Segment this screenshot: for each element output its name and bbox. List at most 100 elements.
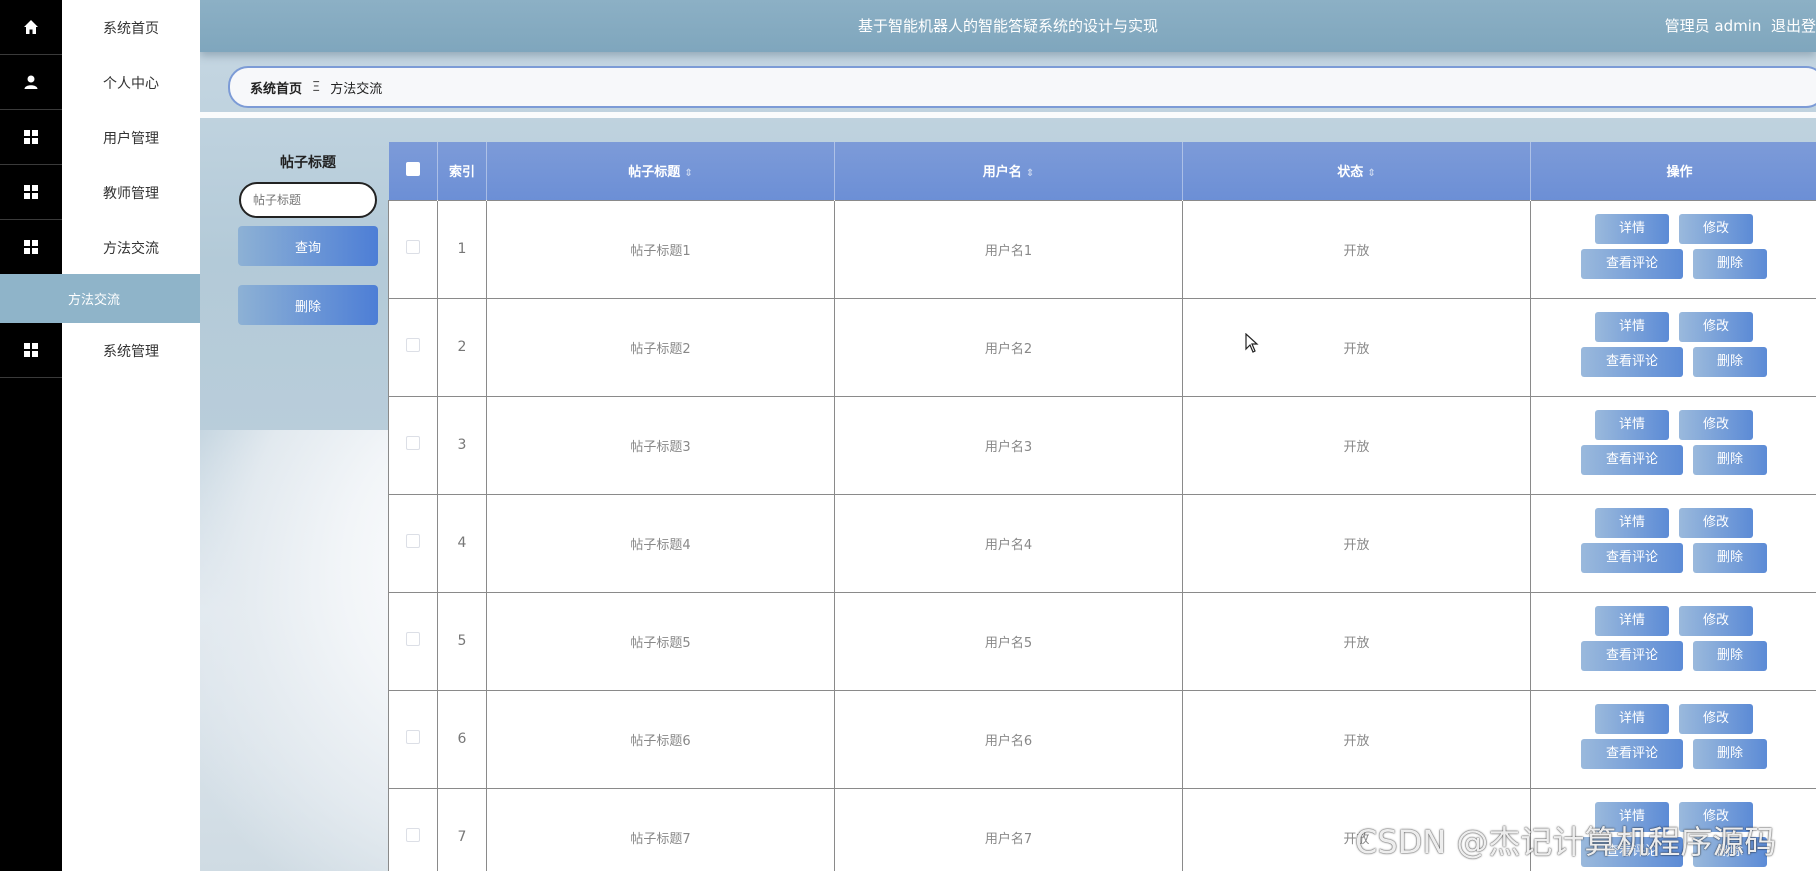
view-comments-button[interactable]: 查看评论 bbox=[1581, 640, 1683, 671]
row-select-cell bbox=[388, 199, 438, 299]
sidebar-item-home[interactable]: 系统首页 bbox=[0, 0, 200, 55]
sidebar-item-label: 用户管理 bbox=[103, 130, 159, 147]
sidebar-item-personal-center[interactable]: 个人中心 bbox=[0, 55, 200, 110]
grid-icon bbox=[0, 323, 62, 378]
row-title: 帖子标题4 bbox=[486, 493, 835, 593]
row-index: 1 bbox=[437, 199, 487, 299]
row-checkbox[interactable] bbox=[406, 730, 420, 744]
row-checkbox[interactable] bbox=[406, 828, 420, 842]
row-select-cell bbox=[388, 591, 438, 691]
column-header-label: 帖子标题 bbox=[628, 165, 681, 181]
column-header-label: 用户名 bbox=[982, 165, 1022, 181]
delete-button[interactable]: 删除 bbox=[1693, 542, 1767, 573]
user-icon bbox=[0, 55, 62, 110]
divider bbox=[200, 112, 1816, 118]
row-index: 4 bbox=[437, 493, 487, 593]
search-input[interactable] bbox=[239, 182, 377, 218]
edit-button[interactable]: 修改 bbox=[1679, 213, 1753, 244]
table-body: 1 帖子标题1 用户名1 开放 详情 修改 查看评论 删除 2 帖子标题2 用户名2 开放 详情 修改 查看… bbox=[388, 199, 1816, 871]
batch-delete-button[interactable]: 删除 bbox=[238, 285, 378, 325]
row-title: 帖子标题3 bbox=[486, 395, 835, 495]
sort-icon[interactable]: ⇕ bbox=[1026, 168, 1034, 179]
row-title: 帖子标题6 bbox=[486, 689, 835, 789]
edit-button[interactable]: 修改 bbox=[1679, 311, 1753, 342]
sidebar-item-method-exchange[interactable]: 方法交流 bbox=[0, 220, 200, 275]
row-username: 用户名6 bbox=[834, 689, 1183, 789]
detail-button[interactable]: 详情 bbox=[1595, 507, 1669, 538]
row-status: 开放 bbox=[1182, 591, 1531, 691]
logout-link[interactable]: 退出登 bbox=[1771, 17, 1816, 35]
detail-button[interactable]: 详情 bbox=[1595, 311, 1669, 342]
top-header-bar: 基于智能机器人的智能答疑系统的设计与实现 管理员 admin 退出登 bbox=[200, 0, 1816, 52]
row-select-cell bbox=[388, 689, 438, 789]
view-comments-button[interactable]: 查看评论 bbox=[1581, 444, 1683, 475]
row-checkbox[interactable] bbox=[406, 632, 420, 646]
row-title: 帖子标题5 bbox=[486, 591, 835, 691]
breadcrumb-current: 方法交流 bbox=[330, 81, 383, 97]
table-row: 1 帖子标题1 用户名1 开放 详情 修改 查看评论 删除 bbox=[388, 199, 1816, 299]
detail-button[interactable]: 详情 bbox=[1595, 409, 1669, 440]
detail-button[interactable]: 详情 bbox=[1595, 703, 1669, 734]
row-checkbox[interactable] bbox=[406, 436, 420, 450]
detail-button[interactable]: 详情 bbox=[1595, 605, 1669, 636]
delete-button[interactable]: 删除 bbox=[1693, 444, 1767, 475]
edit-button[interactable]: 修改 bbox=[1679, 507, 1753, 538]
admin-user-label[interactable]: 管理员 admin bbox=[1665, 17, 1762, 35]
column-header-actions: 操作 bbox=[1530, 142, 1816, 200]
row-status: 开放 bbox=[1182, 199, 1531, 299]
edit-button[interactable]: 修改 bbox=[1679, 409, 1753, 440]
row-status: 开放 bbox=[1182, 297, 1531, 397]
sidebar: 系统首页 个人中心 用户管理 教师管理 方法交流 方法交流 系统管理 bbox=[0, 0, 200, 871]
delete-button[interactable]: 删除 bbox=[1693, 738, 1767, 769]
sort-icon[interactable]: ⇕ bbox=[1367, 168, 1375, 179]
sidebar-item-label: 系统管理 bbox=[103, 343, 159, 360]
row-username: 用户名5 bbox=[834, 591, 1183, 691]
select-all-checkbox[interactable] bbox=[405, 161, 420, 176]
column-header-title[interactable]: 帖子标题 ⇕ bbox=[486, 142, 835, 200]
delete-button[interactable]: 删除 bbox=[1693, 640, 1767, 671]
row-select-cell bbox=[388, 395, 438, 495]
view-comments-button[interactable]: 查看评论 bbox=[1581, 248, 1683, 279]
column-header-status[interactable]: 状态 ⇕ bbox=[1182, 142, 1531, 200]
view-comments-button[interactable]: 查看评论 bbox=[1581, 738, 1683, 769]
main-content: 基于智能机器人的智能答疑系统的设计与实现 管理员 admin 退出登 系统首页 … bbox=[200, 0, 1816, 871]
sort-icon[interactable]: ⇕ bbox=[684, 168, 692, 179]
table-header-row: 索引 帖子标题 ⇕ 用户名 ⇕ 状态 ⇕ 操作 bbox=[388, 142, 1816, 200]
sidebar-item-system-management[interactable]: 系统管理 bbox=[0, 323, 200, 378]
row-index: 6 bbox=[437, 689, 487, 789]
edit-button[interactable]: 修改 bbox=[1679, 703, 1753, 734]
delete-button[interactable]: 删除 bbox=[1693, 346, 1767, 377]
sidebar-item-teacher-management[interactable]: 教师管理 bbox=[0, 165, 200, 220]
row-select-cell bbox=[388, 493, 438, 593]
sidebar-subitem-method-exchange[interactable]: 方法交流 bbox=[0, 274, 200, 323]
table-row: 5 帖子标题5 用户名5 开放 详情 修改查看评论 删除 bbox=[388, 591, 1816, 691]
table-row: 3 帖子标题3 用户名3 开放 详情 修改 查看评论 删除 bbox=[388, 395, 1816, 495]
sidebar-item-label: 方法交流 bbox=[103, 240, 159, 257]
sidebar-item-user-management[interactable]: 用户管理 bbox=[0, 110, 200, 165]
row-checkbox[interactable] bbox=[406, 534, 420, 548]
row-index: 5 bbox=[437, 591, 487, 691]
breadcrumb-home[interactable]: 系统首页 bbox=[250, 78, 302, 97]
detail-button[interactable]: 详情 bbox=[1595, 213, 1669, 244]
row-actions: 详情 修改查看评论 删除 bbox=[1530, 395, 1816, 495]
edit-button[interactable]: 修改 bbox=[1679, 605, 1753, 636]
mouse-cursor-icon bbox=[1245, 332, 1259, 357]
row-checkbox[interactable] bbox=[406, 240, 420, 254]
breadcrumb: 系统首页 Ξ 方法交流 bbox=[228, 66, 1816, 108]
view-comments-button[interactable]: 查看评论 bbox=[1581, 542, 1683, 573]
row-username: 用户名1 bbox=[834, 199, 1183, 299]
delete-button[interactable]: 删除 bbox=[1693, 248, 1767, 279]
query-button[interactable]: 查询 bbox=[238, 226, 378, 266]
view-comments-button[interactable]: 查看评论 bbox=[1581, 346, 1683, 377]
row-actions: 详情 修改查看评论 删除 bbox=[1530, 297, 1816, 397]
row-checkbox[interactable] bbox=[406, 338, 420, 352]
column-header-username[interactable]: 用户名 ⇕ bbox=[834, 142, 1183, 200]
column-header-index: 索引 bbox=[437, 142, 487, 200]
row-actions: 详情 修改查看评论 删除 bbox=[1530, 689, 1816, 789]
row-status: 开放 bbox=[1182, 493, 1531, 593]
row-select-cell bbox=[388, 787, 438, 871]
row-status: 开放 bbox=[1182, 395, 1531, 495]
grid-icon bbox=[0, 110, 62, 165]
grid-icon bbox=[0, 220, 62, 275]
row-select-cell bbox=[388, 297, 438, 397]
